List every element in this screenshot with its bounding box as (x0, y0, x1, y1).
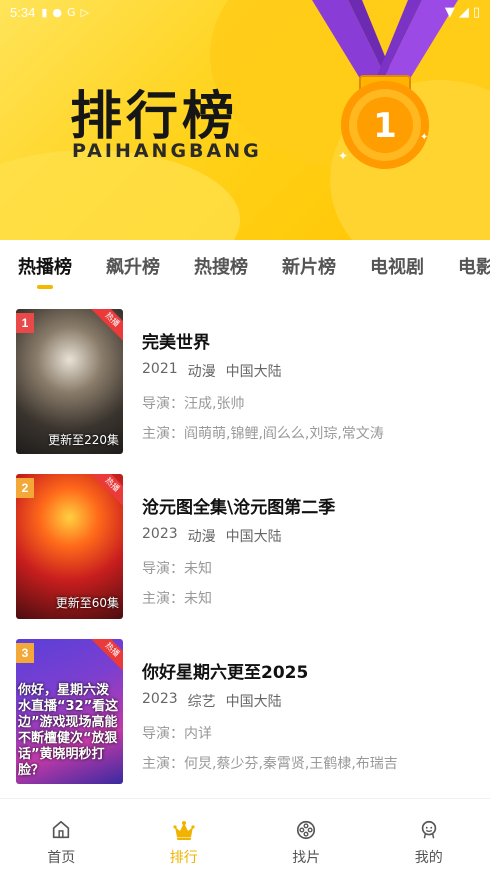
list-item[interactable]: 1 热播 更新至220集 完美世界 2021 动漫 中国大陆 导演：汪成,张帅 … (0, 300, 490, 465)
medal-icon: 1 ✦ ✦ (312, 0, 458, 169)
banner-subtitle: PAIHANGBANG (72, 140, 262, 162)
rank-badge: 1 (16, 313, 34, 333)
play-store-icon: ▷ (80, 5, 89, 19)
rank-badge: 3 (16, 643, 34, 663)
tab-hot-search[interactable]: 热搜榜 (194, 253, 248, 279)
status-bar: 5:34 ▮ ● G ▷ ▼ ◢ ▯ (0, 0, 490, 24)
poster-overlay-text: 你好，星期六泼水直播“32”看这边”游戏现场高能不断檀健次“放狠话”黄晓明秒打脸… (18, 683, 119, 778)
item-year: 2023 (142, 526, 178, 542)
item-director: 导演：未知 (142, 561, 212, 577)
nav-ranking-label: 排行 (169, 850, 198, 866)
status-time: 5:34 (10, 4, 36, 20)
item-region: 中国大陆 (225, 694, 282, 710)
item-cast: 主演：阎萌萌,锦鲤,阎么么,刘琮,常文涛 (142, 426, 384, 442)
poster-image[interactable]: 3 热播 你好，星期六泼水直播“32”看这边”游戏现场高能不断檀健次“放狠话”黄… (16, 639, 123, 784)
tab-movies[interactable]: 电影 (458, 253, 490, 279)
nav-home-label: 首页 (47, 850, 76, 866)
tab-new-release[interactable]: 新片榜 (282, 253, 336, 279)
nav-home[interactable]: 首页 (0, 799, 123, 871)
notification-icon: ▮ (41, 5, 48, 19)
ranking-list: 1 热播 更新至220集 完美世界 2021 动漫 中国大陆 导演：汪成,张帅 … (0, 300, 490, 795)
nav-profile-label: 我的 (414, 850, 443, 866)
item-genre: 动漫 (187, 529, 216, 545)
item-title[interactable]: 你好星期六更至2025 (142, 658, 482, 683)
battery-icon: ▯ (472, 4, 480, 20)
bottom-nav: 首页 排行 找片 我的 (0, 798, 490, 871)
item-year: 2023 (142, 691, 178, 707)
item-genre: 动漫 (187, 364, 216, 380)
item-director: 导演：内详 (142, 726, 212, 742)
poster-image[interactable]: 1 热播 更新至220集 (16, 309, 123, 454)
item-title[interactable]: 沧元图全集\沧元图第二季 (142, 493, 482, 518)
nav-ranking[interactable]: 排行 (123, 799, 246, 871)
download-icon: ● (52, 5, 62, 19)
poster-image[interactable]: 2 热播 更新至60集 (16, 474, 123, 619)
ranking-banner: 排行榜 PAIHANGBANG 1 ✦ ✦ (0, 0, 490, 240)
tab-tv-series[interactable]: 电视剧 (370, 253, 424, 279)
wifi-icon: ▼ (444, 4, 455, 20)
tab-hot-play[interactable]: 热播榜 (18, 253, 72, 279)
medal-number: 1 (373, 106, 397, 146)
nav-find-label: 找片 (292, 850, 321, 866)
banner-title: 排行榜 (70, 87, 239, 147)
item-year: 2021 (142, 361, 178, 377)
home-icon (53, 820, 70, 839)
item-region: 中国大陆 (225, 529, 282, 545)
item-director: 导演：汪成,张帅 (142, 396, 245, 412)
item-genre: 综艺 (187, 694, 216, 710)
list-item[interactable]: 3 热播 你好，星期六泼水直播“32”看这边”游戏现场高能不断檀健次“放狠话”黄… (0, 630, 490, 795)
crown-icon (173, 821, 195, 840)
google-icon: G (66, 5, 76, 19)
svg-text:✦: ✦ (420, 132, 428, 143)
tab-rising[interactable]: 飙升榜 (106, 253, 160, 279)
profile-icon (421, 820, 436, 839)
nav-find[interactable]: 找片 (245, 799, 368, 871)
list-item[interactable]: 2 热播 更新至60集 沧元图全集\沧元图第二季 2023 动漫 中国大陆 导演… (0, 465, 490, 630)
item-cast: 主演：何炅,蔡少芬,秦霄贤,王鹤棣,布瑞吉 (142, 756, 398, 772)
item-region: 中国大陆 (225, 364, 282, 380)
signal-icon: ◢ (458, 4, 469, 20)
rank-badge: 2 (16, 478, 34, 498)
item-title[interactable]: 完美世界 (142, 328, 482, 353)
item-cast: 主演：未知 (142, 591, 212, 607)
episode-count: 更新至60集 (55, 596, 119, 610)
nav-profile[interactable]: 我的 (368, 799, 490, 871)
ranking-tabs: 热播榜 飙升榜 热搜榜 新片榜 电视剧 电影 (0, 240, 490, 292)
film-reel-icon (297, 820, 316, 840)
svg-text:✦: ✦ (338, 149, 348, 163)
episode-count: 更新至220集 (48, 433, 119, 447)
